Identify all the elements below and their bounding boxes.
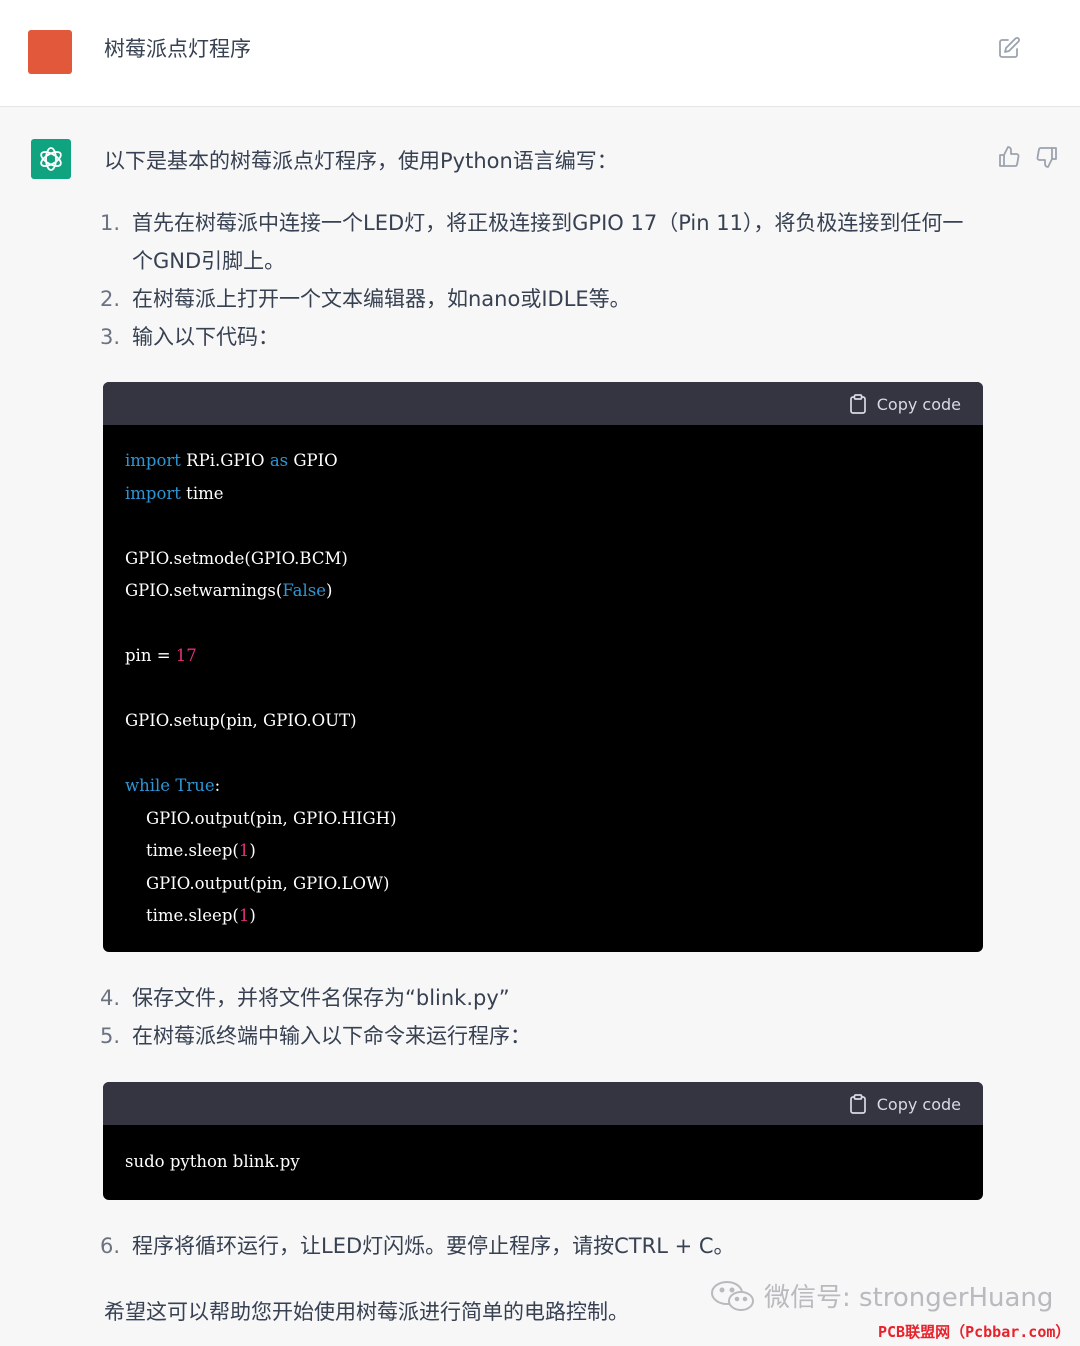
- list-item-text: 在树莓派上打开一个文本编辑器，如nano或IDLE等。: [132, 287, 631, 311]
- code-line: GPIO.output(pin, GPIO.HIGH): [125, 808, 397, 828]
- code-line: import time: [125, 483, 224, 503]
- code-block-header: Copy code: [103, 1082, 983, 1125]
- edit-icon[interactable]: [997, 36, 1021, 60]
- list-item-text: 首先在树莓派中连接一个LED灯，将正极连接到GPIO 17（Pin 11），将负…: [132, 211, 964, 273]
- assistant-closing-text: 希望这可以帮助您开始使用树莓派进行简单的电路控制。: [104, 1300, 629, 1324]
- list-item-number: 2.: [100, 287, 121, 311]
- list-item-number: 6.: [100, 1234, 121, 1258]
- code-line: GPIO.setwarnings(False): [125, 581, 333, 600]
- list-item-text: 在树莓派终端中输入以下命令来运行程序：: [132, 1024, 531, 1048]
- code-line: time.sleep(1): [125, 841, 256, 860]
- watermark-site: PCB联盟网（Pcbbar.com）: [878, 1323, 1071, 1341]
- list-item: 6. 程序将循环运行，让LED灯闪烁。要停止程序，请按CTRL + C。: [100, 1227, 980, 1265]
- code-line: sudo python blink.py: [125, 1152, 300, 1171]
- code-content: sudo python blink.py: [103, 1125, 983, 1179]
- list-item: 5. 在树莓派终端中输入以下命令来运行程序：: [100, 1017, 980, 1055]
- user-message-text: 树莓派点灯程序: [104, 37, 251, 61]
- code-line: import RPi.GPIO as GPIO: [125, 451, 338, 470]
- code-line: GPIO.setmode(GPIO.BCM): [125, 548, 348, 568]
- list-item: 2. 在树莓派上打开一个文本编辑器，如nano或IDLE等。: [100, 280, 980, 318]
- thumbs-up-icon[interactable]: [997, 145, 1021, 169]
- user-avatar: [28, 30, 72, 74]
- clipboard-icon: [849, 1094, 866, 1114]
- list-item: 3. 输入以下代码：: [100, 318, 980, 356]
- wechat-icon: [711, 1280, 754, 1311]
- list-item-number: 4.: [100, 986, 121, 1010]
- list-item-number: 3.: [100, 325, 121, 349]
- user-message-row: 树莓派点灯程序: [0, 0, 1080, 107]
- list-item-text: 输入以下代码：: [132, 325, 279, 349]
- list-item-text: 程序将循环运行，让LED灯闪烁。要停止程序，请按CTRL + C。: [132, 1234, 735, 1258]
- copy-code-label: Copy code: [876, 1094, 961, 1114]
- list-item-number: 5.: [100, 1024, 121, 1048]
- list-item: 4. 保存文件，并将文件名保存为“blink.py”: [100, 979, 980, 1017]
- code-line: GPIO.output(pin, GPIO.LOW): [125, 873, 390, 893]
- list-item: 1. 首先在树莓派中连接一个LED灯，将正极连接到GPIO 17（Pin 11），…: [100, 204, 980, 280]
- list-item-text: 保存文件，并将文件名保存为“blink.py”: [132, 986, 510, 1010]
- openai-logo-icon: [40, 147, 62, 171]
- assistant-avatar: [31, 139, 71, 179]
- list-item-number: 1.: [100, 211, 121, 235]
- copy-code-label: Copy code: [876, 394, 961, 414]
- code-line: GPIO.setup(pin, GPIO.OUT): [125, 711, 357, 730]
- thumbs-down-icon[interactable]: [1035, 145, 1059, 169]
- copy-code-button[interactable]: Copy code: [849, 1092, 961, 1116]
- code-line: time.sleep(1): [125, 906, 256, 925]
- code-block: Copy code sudo python blink.py: [103, 1082, 983, 1200]
- copy-code-button[interactable]: Copy code: [849, 392, 961, 416]
- code-content: import RPi.GPIO as GPIO import time GPIO…: [103, 425, 983, 933]
- code-block-header: Copy code: [103, 382, 983, 425]
- code-line: while True:: [125, 776, 221, 795]
- clipboard-icon: [849, 394, 866, 414]
- wechat-watermark: 微信号: strongerHuang: [708, 1277, 1053, 1314]
- assistant-intro: 以下是基本的树莓派点灯程序，使用Python语言编写：: [104, 149, 618, 173]
- code-line: pin = 17: [125, 646, 197, 665]
- code-block: Copy code import RPi.GPIO as GPIO import…: [103, 382, 983, 952]
- watermark-text: 微信号: strongerHuang: [764, 1283, 1054, 1313]
